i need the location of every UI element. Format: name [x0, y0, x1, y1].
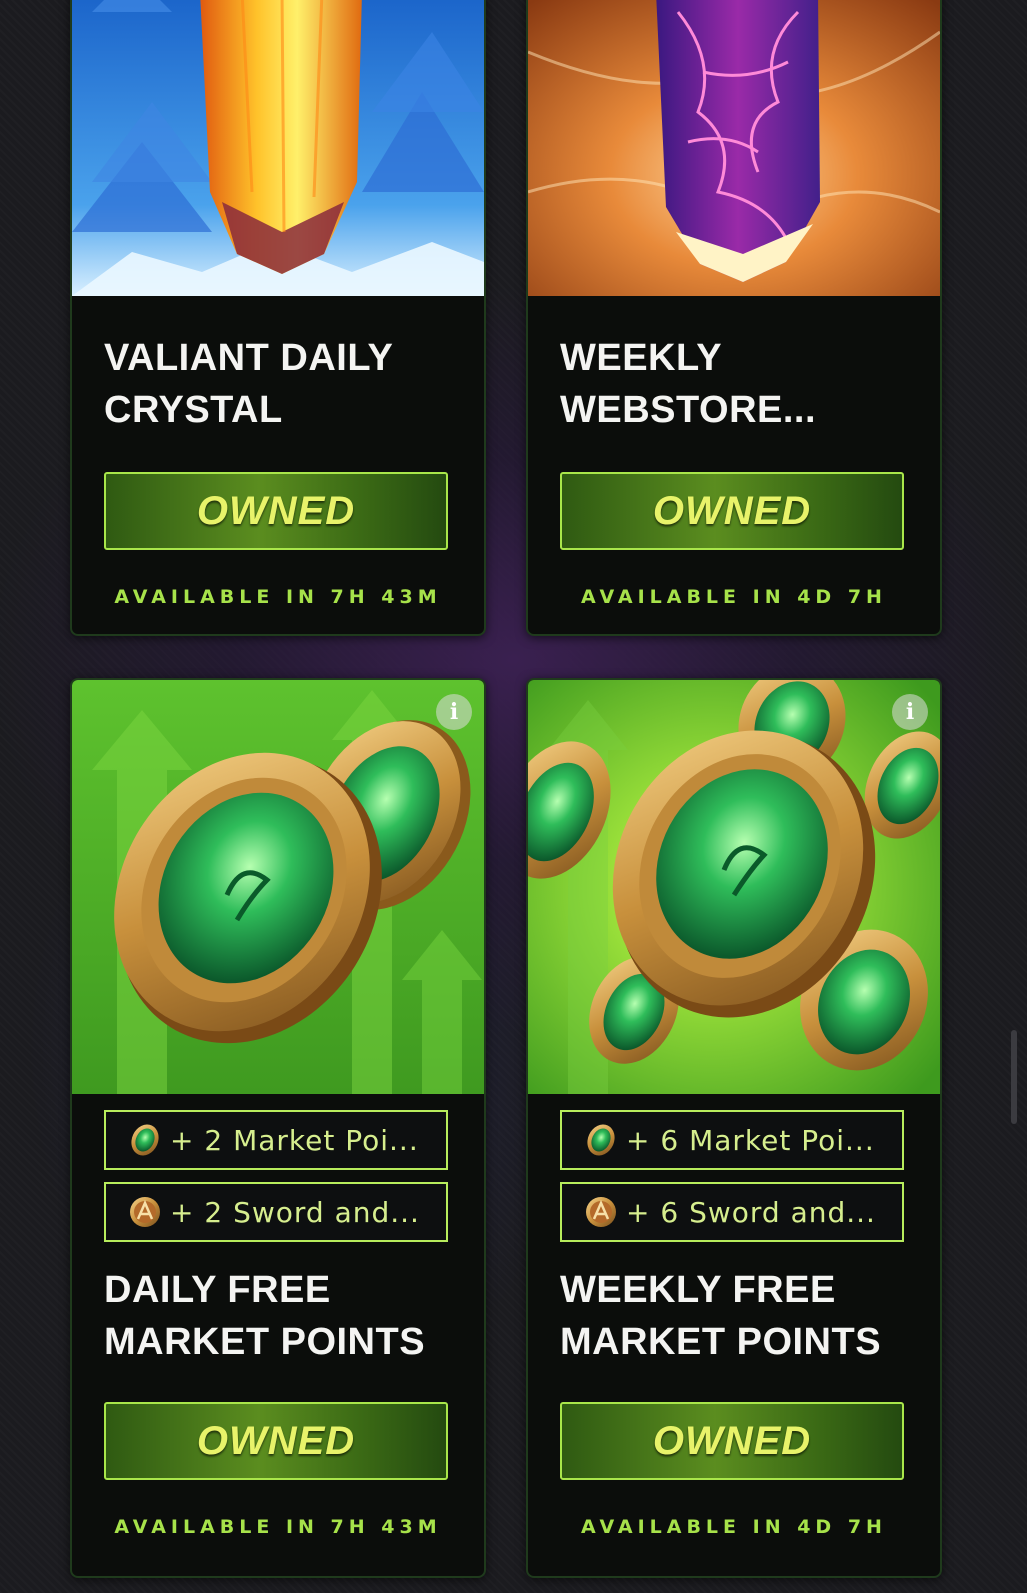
- reward-sword-and-shield: + 2 Sword and...: [104, 1182, 448, 1242]
- reward-label: + 6 Market Poi...: [626, 1123, 875, 1157]
- info-icon[interactable]: i: [436, 694, 472, 730]
- offer-card-daily-free-market-points[interactable]: i + 2 Market Poi... + 2 Sword and... DAI…: [70, 678, 486, 1578]
- owned-button[interactable]: OWNED: [104, 472, 448, 550]
- golden-crystal-icon: [72, 0, 484, 296]
- sword-shield-token-icon: [130, 1197, 160, 1227]
- card-title: WEEKLY FREE MARKET POINTS: [560, 1269, 882, 1363]
- availability-timer: AVAILABLE IN 4D 7H: [581, 1516, 887, 1538]
- reward-market-points: + 2 Market Poi...: [104, 1110, 448, 1170]
- market-coins-icon: i: [72, 680, 484, 1094]
- availability-timer: AVAILABLE IN 7H 43M: [114, 1516, 442, 1538]
- card-title: WEEKLY WEBSTORE...: [560, 337, 817, 431]
- offer-card-weekly-free-market-points[interactable]: i + 6 Market Poi... + 6 Sword and... WEE…: [526, 678, 942, 1578]
- purple-crystal-icon: [528, 0, 940, 296]
- info-icon[interactable]: i: [892, 694, 928, 730]
- owned-button[interactable]: OWNED: [560, 472, 904, 550]
- market-coins-icon: i: [528, 680, 940, 1094]
- reward-label: + 2 Market Poi...: [170, 1123, 419, 1157]
- availability-timer: AVAILABLE IN 4D 7H: [581, 586, 887, 608]
- reward-sword-and-shield: + 6 Sword and...: [560, 1182, 904, 1242]
- reward-market-points: + 6 Market Poi...: [560, 1110, 904, 1170]
- offer-card-valiant-daily-crystal[interactable]: VALIANT DAILY CRYSTAL OWNED AVAILABLE IN …: [70, 0, 486, 636]
- owned-button[interactable]: OWNED: [560, 1402, 904, 1480]
- card-title: DAILY FREE MARKET POINTS: [104, 1269, 426, 1363]
- availability-timer: AVAILABLE IN 7H 43M: [114, 586, 442, 608]
- market-point-icon: [131, 1124, 159, 1156]
- reward-label: + 2 Sword and...: [170, 1195, 420, 1229]
- offer-card-weekly-webstore[interactable]: WEEKLY WEBSTORE... OWNED AVAILABLE IN 4D …: [526, 0, 942, 636]
- reward-label: + 6 Sword and...: [626, 1195, 876, 1229]
- owned-button[interactable]: OWNED: [104, 1402, 448, 1480]
- scrollbar-thumb[interactable]: [1011, 1030, 1017, 1124]
- card-title: VALIANT DAILY CRYSTAL: [104, 337, 394, 431]
- sword-shield-token-icon: [586, 1197, 616, 1227]
- market-point-icon: [587, 1124, 615, 1156]
